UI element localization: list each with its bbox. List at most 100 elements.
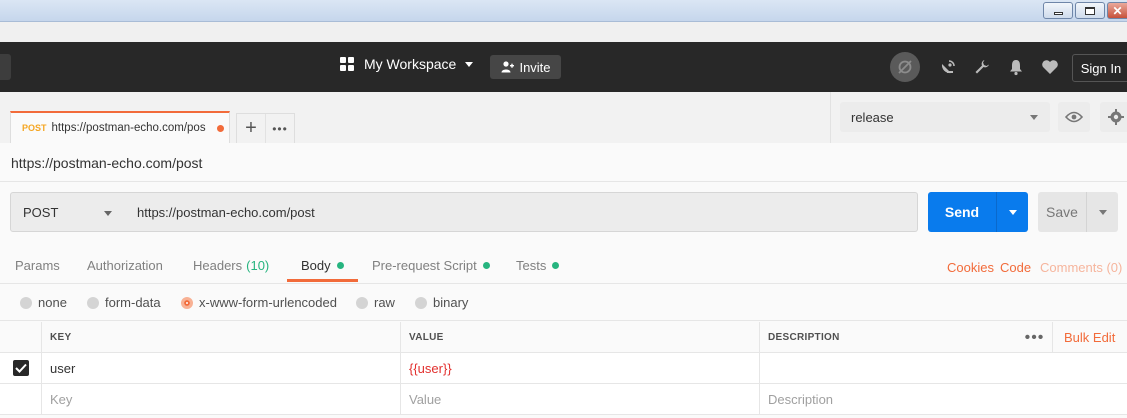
- radio-form-data-circle: [87, 296, 99, 309]
- tab-prerequest-label: Pre-request Script: [372, 258, 477, 273]
- radio-form-data-label: form-data: [105, 295, 161, 310]
- new-key-input[interactable]: Key: [41, 384, 400, 414]
- body-indicator-dot: [336, 262, 344, 269]
- bell-icon[interactable]: [1004, 55, 1028, 79]
- table-more-button[interactable]: •••: [1017, 322, 1053, 353]
- cookies-link[interactable]: Cookies: [947, 260, 994, 275]
- environment-value: release: [851, 109, 894, 125]
- code-link[interactable]: Code: [1000, 260, 1031, 275]
- header-value: VALUE: [400, 322, 759, 352]
- sync-off-icon[interactable]: [890, 52, 920, 82]
- save-options-button[interactable]: [1087, 209, 1118, 215]
- active-tab-underline: [287, 279, 358, 282]
- os-title-bar: ✕: [0, 0, 1127, 22]
- new-button-stub[interactable]: [0, 54, 11, 80]
- more-icon: •••: [272, 121, 288, 136]
- workspace-switcher[interactable]: My Workspace: [340, 56, 474, 72]
- url-input[interactable]: [126, 192, 918, 232]
- wrench-icon[interactable]: [970, 55, 994, 79]
- table-row-new: Key Value Description: [0, 384, 1127, 415]
- header-check-cell: [0, 322, 41, 352]
- header-key: KEY: [41, 322, 400, 352]
- save-button[interactable]: Save: [1038, 192, 1118, 232]
- comments-link[interactable]: Comments (0): [1040, 260, 1122, 275]
- invite-button[interactable]: Invite: [490, 55, 561, 79]
- sign-in-button[interactable]: Sign In: [1072, 54, 1127, 82]
- value-placeholder: Value: [409, 391, 442, 407]
- save-label: Save: [1046, 204, 1078, 220]
- radio-none-circle: [20, 296, 32, 309]
- tab-prerequest-script[interactable]: Pre-request Script: [372, 258, 490, 273]
- tests-indicator-dot: [552, 262, 560, 269]
- environment-select[interactable]: release: [840, 102, 1050, 132]
- chevron-down-icon: [1098, 209, 1107, 215]
- chevron-down-icon: [104, 211, 112, 216]
- tab-authorization[interactable]: Authorization: [87, 258, 163, 273]
- satellite-icon[interactable]: [936, 55, 960, 79]
- table-row: user {{user}}: [0, 353, 1127, 384]
- radio-binary[interactable]: binary: [415, 295, 468, 310]
- eye-icon: [1065, 111, 1083, 123]
- radio-none-label: none: [38, 295, 67, 310]
- chevron-down-icon: [1008, 209, 1017, 215]
- row-value-cell[interactable]: {{user}}: [400, 353, 759, 383]
- plus-icon: +: [245, 117, 257, 139]
- env-divider: [830, 92, 831, 143]
- minimize-button[interactable]: [1043, 2, 1073, 19]
- row-description-cell[interactable]: [759, 353, 1127, 383]
- heart-icon[interactable]: [1038, 55, 1062, 79]
- tab-body[interactable]: Body: [301, 258, 344, 273]
- new-value-input[interactable]: Value: [400, 384, 759, 414]
- close-window-button[interactable]: ✕: [1107, 2, 1127, 19]
- tab-tests-label: Tests: [516, 258, 547, 273]
- unsaved-dot-icon: [216, 124, 224, 132]
- new-description-input[interactable]: Description: [759, 384, 1127, 414]
- gear-icon: [1108, 109, 1124, 125]
- tab-params[interactable]: Params: [15, 258, 60, 273]
- row-value: {{user}}: [409, 360, 452, 376]
- radio-raw[interactable]: raw: [356, 295, 395, 310]
- row-checkbox[interactable]: [12, 360, 29, 376]
- chevron-down-icon: [1030, 115, 1038, 120]
- workspace-label: My Workspace: [364, 56, 457, 72]
- check-icon: [14, 363, 27, 373]
- key-value-table: KEY VALUE DESCRIPTION ••• Bulk Edit user…: [0, 322, 1127, 415]
- request-tabs-bar: POST https://postman-echo.com/pos + ••• …: [0, 92, 1127, 143]
- headers-count: (10): [246, 258, 270, 273]
- tab-actions: + •••: [236, 113, 295, 143]
- header-key-label: KEY: [50, 331, 72, 343]
- send-label: Send: [944, 204, 980, 220]
- new-tab-button[interactable]: +: [237, 114, 266, 143]
- workspace-grid-icon: [340, 57, 354, 71]
- send-button[interactable]: Send: [928, 192, 1028, 232]
- tab-options-button[interactable]: •••: [266, 114, 294, 143]
- environment-quick-look-button[interactable]: [1058, 102, 1090, 132]
- header-description-label: DESCRIPTION: [768, 331, 840, 343]
- minimize-icon: [1053, 11, 1063, 15]
- key-placeholder: Key: [50, 391, 73, 407]
- row-check-cell: [0, 353, 41, 383]
- method-select[interactable]: POST: [10, 192, 127, 232]
- tab-url: https://postman-echo.com/pos: [51, 122, 206, 134]
- radio-form-data[interactable]: form-data: [87, 295, 161, 310]
- send-options-button[interactable]: [997, 209, 1028, 215]
- request-tab-active[interactable]: POST https://postman-echo.com/pos: [10, 111, 230, 143]
- bulk-edit-link[interactable]: Bulk Edit: [1064, 322, 1115, 353]
- radio-urlencoded[interactable]: x-www-form-urlencoded: [181, 295, 337, 310]
- app-header: My Workspace Invite Sign In: [0, 42, 1127, 92]
- maximize-button[interactable]: [1075, 2, 1105, 19]
- request-name: https://postman-echo.com/post: [11, 155, 203, 171]
- row-key-cell[interactable]: user: [41, 353, 400, 383]
- radio-none[interactable]: none: [20, 295, 67, 310]
- tab-authorization-label: Authorization: [87, 258, 163, 273]
- manage-environments-button[interactable]: [1100, 102, 1127, 132]
- row-key: user: [50, 360, 76, 376]
- radio-raw-label: raw: [374, 295, 395, 310]
- method-value: POST: [23, 204, 59, 220]
- tab-tests[interactable]: Tests: [516, 258, 560, 273]
- divider: [0, 181, 1127, 182]
- description-placeholder: Description: [768, 391, 834, 407]
- tab-headers[interactable]: Headers (10): [193, 258, 269, 273]
- body-type-radios: none form-data x-www-form-urlencoded raw…: [0, 285, 1127, 321]
- request-sub-tabs: Params Authorization Headers (10) Body P…: [0, 250, 1127, 284]
